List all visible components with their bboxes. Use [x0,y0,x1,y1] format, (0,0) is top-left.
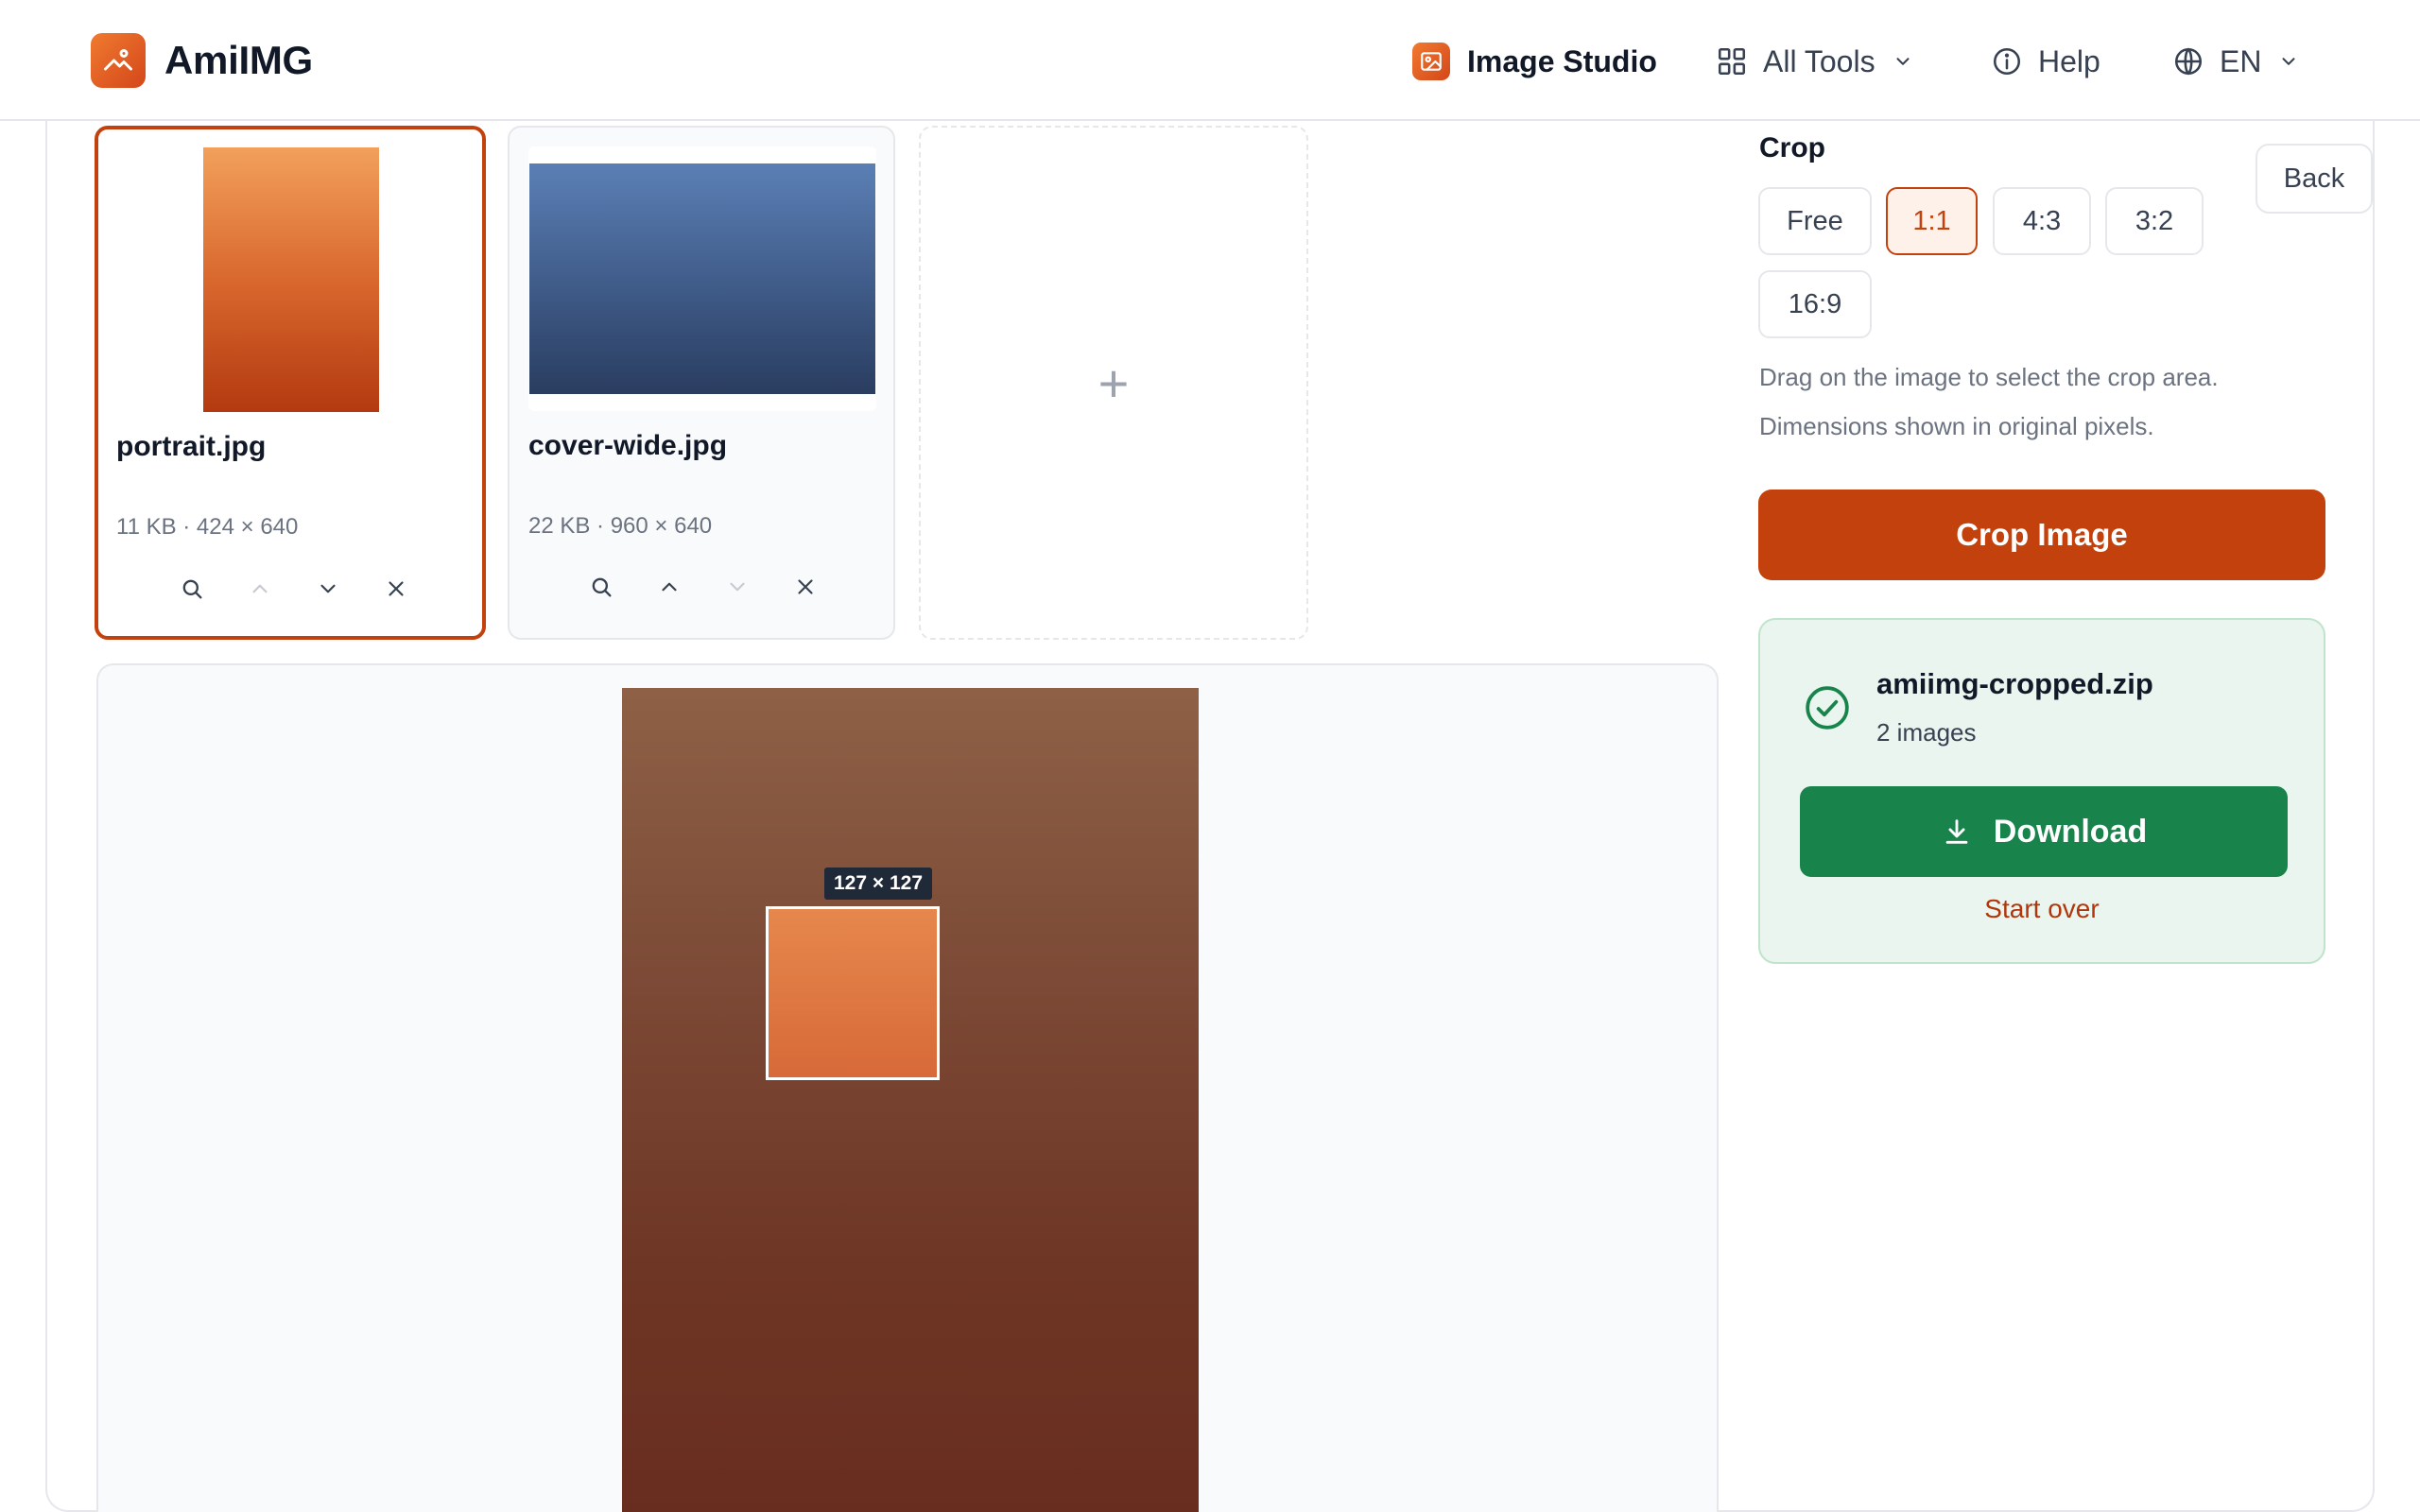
start-over-link[interactable]: Start over [1760,894,2324,924]
chevron-down-icon [1893,51,1913,72]
add-image-tile[interactable]: + [919,126,1308,640]
crop-dimensions-label: 127 × 127 [824,868,933,900]
check-circle-icon [1804,684,1851,736]
nav-all-tools-label: All Tools [1763,43,1876,78]
download-icon [1941,816,1973,848]
brand[interactable]: AmiIMG [91,33,313,88]
plus-icon: + [1098,352,1130,413]
grid-icon [1716,45,1748,77]
thumbnail-filename: cover-wide.jpg [528,430,728,461]
result-filename: amiimg-cropped.zip [1876,667,2153,700]
thumbnail-card-cover-wide[interactable]: cover-wide.jpg 22 KB · 960 × 640 [508,126,895,640]
move-down-icon[interactable] [309,570,347,608]
crop-selection-box[interactable] [766,906,940,1080]
download-button[interactable]: Download [1800,786,2288,877]
info-icon [1991,45,2023,77]
move-down-icon[interactable] [718,568,756,606]
crop-editor-canvas: 127 × 127 [96,663,1719,1512]
top-header: AmiIMG Image Studio All Tools Help EN [0,0,2420,121]
download-label: Download [1993,813,2148,850]
globe-icon [2172,45,2204,77]
zoom-icon[interactable] [582,568,620,606]
result-card: amiimg-cropped.zip 2 images Download Sta… [1758,618,2325,964]
remove-icon[interactable] [377,570,415,608]
thumbnail-preview [116,147,466,412]
crop-section-title: Crop [1759,132,1825,163]
image-studio-icon [1412,43,1450,80]
thumbnail-preview [528,146,876,411]
move-up-icon[interactable] [241,570,279,608]
dimensions-hint: Dimensions shown in original pixels. [1759,412,2154,440]
nav-all-tools[interactable]: All Tools [1716,38,1913,85]
language-selector[interactable]: EN [2172,38,2299,85]
editor-image[interactable]: 127 × 127 [622,688,1199,1512]
thumbnail-image [203,147,379,412]
ratio-button-4-3[interactable]: 4:3 [1993,187,2091,255]
nav-help-label: Help [2038,43,2100,78]
brand-logo-icon [91,33,146,88]
result-count: 2 images [1876,718,1977,747]
crop-hint: Drag on the image to select the crop are… [1759,363,2219,391]
language-label: EN [2220,43,2262,78]
chevron-down-icon [2278,51,2299,72]
move-up-icon[interactable] [650,568,688,606]
zoom-icon[interactable] [173,570,211,608]
thumbnail-meta: 11 KB · 424 × 640 [116,514,299,540]
thumbnail-filename: portrait.jpg [116,431,267,462]
ratio-button-16-9[interactable]: 16:9 [1758,270,1872,338]
nav-image-studio-label: Image Studio [1467,43,1657,78]
nav-help[interactable]: Help [1991,38,2100,85]
ratio-button-free[interactable]: Free [1758,187,1872,255]
nav-image-studio[interactable]: Image Studio [1412,38,1657,85]
thumbnail-meta: 22 KB · 960 × 640 [528,513,713,539]
thumbnail-actions [98,570,482,608]
thumbnail-actions [510,568,893,606]
crop-image-button[interactable]: Crop Image [1758,490,2325,580]
ratio-button-3-2[interactable]: 3:2 [2105,187,2204,255]
back-button[interactable]: Back [2256,144,2373,214]
thumbnail-card-portrait[interactable]: portrait.jpg 11 KB · 424 × 640 [95,126,486,640]
remove-icon[interactable] [786,568,824,606]
thumbnail-image [529,163,875,394]
brand-name: AmiIMG [164,38,313,82]
ratio-button-1-1[interactable]: 1:1 [1886,187,1978,255]
